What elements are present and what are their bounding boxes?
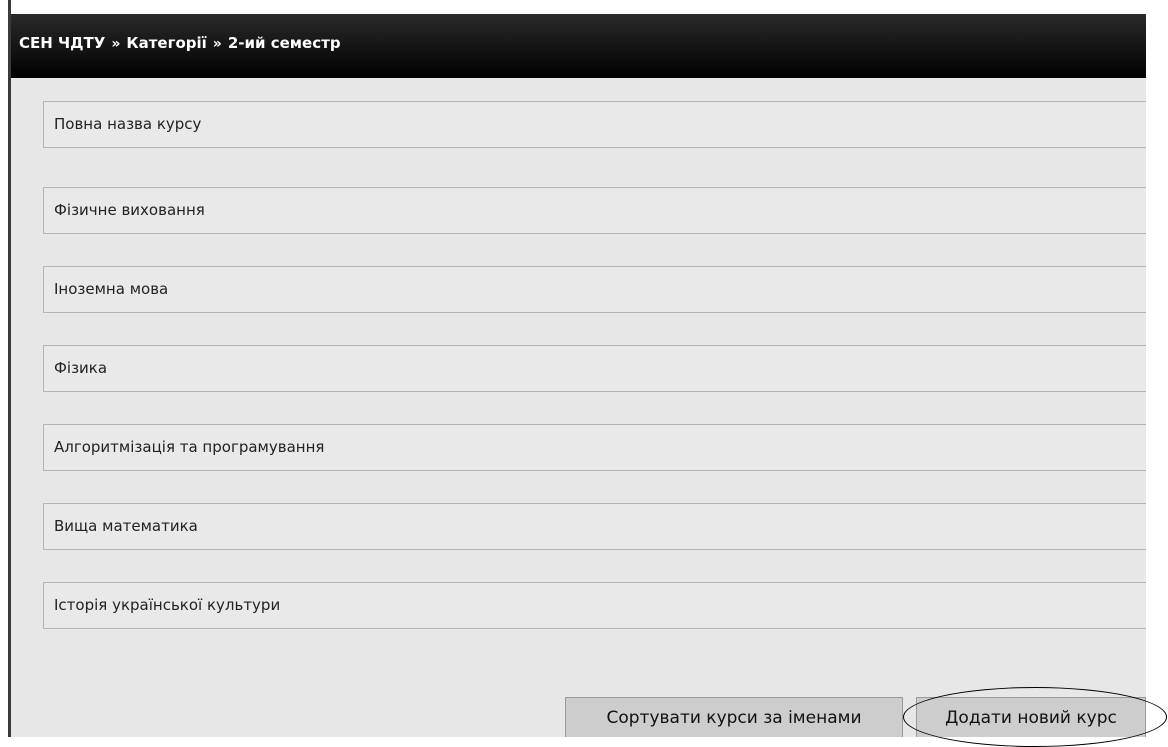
course-name[interactable]: Історія української культури (54, 596, 280, 614)
course-list-header: Повна назва курсу (43, 101, 1146, 148)
course-name[interactable]: Фізика (54, 359, 107, 377)
course-name[interactable]: Алгоритмізація та програмування (54, 438, 324, 456)
breadcrumb-item-home[interactable]: СЕН ЧДТУ (19, 34, 105, 52)
course-header-label: Повна назва курсу (54, 115, 202, 133)
course-name[interactable]: Вища математика (54, 517, 198, 535)
course-item[interactable]: Вища математика (43, 503, 1146, 550)
course-item[interactable]: Алгоритмізація та програмування (43, 424, 1146, 471)
course-item[interactable]: Фізичне виховання (43, 187, 1146, 234)
navigation-bar: СЕН ЧДТУ » Категорії » 2-ий семестр (11, 14, 1146, 78)
course-name[interactable]: Іноземна мова (54, 280, 168, 298)
breadcrumb-item-current: 2-ий семестр (227, 34, 341, 52)
add-course-button[interactable]: Додати новий курс (916, 697, 1146, 737)
course-item[interactable]: Іноземна мова (43, 266, 1146, 313)
breadcrumb-separator: » (212, 36, 222, 52)
course-name[interactable]: Фізичне виховання (54, 201, 205, 219)
course-item[interactable]: Фізика (43, 345, 1146, 392)
breadcrumb: СЕН ЧДТУ » Категорії » 2-ий семестр (19, 34, 341, 52)
course-list-panel (11, 78, 1146, 737)
breadcrumb-item-categories[interactable]: Категорії (126, 34, 206, 52)
course-item[interactable]: Історія української культури (43, 582, 1146, 629)
sort-courses-button[interactable]: Сортувати курси за іменами (565, 697, 903, 737)
breadcrumb-separator: » (111, 36, 121, 52)
